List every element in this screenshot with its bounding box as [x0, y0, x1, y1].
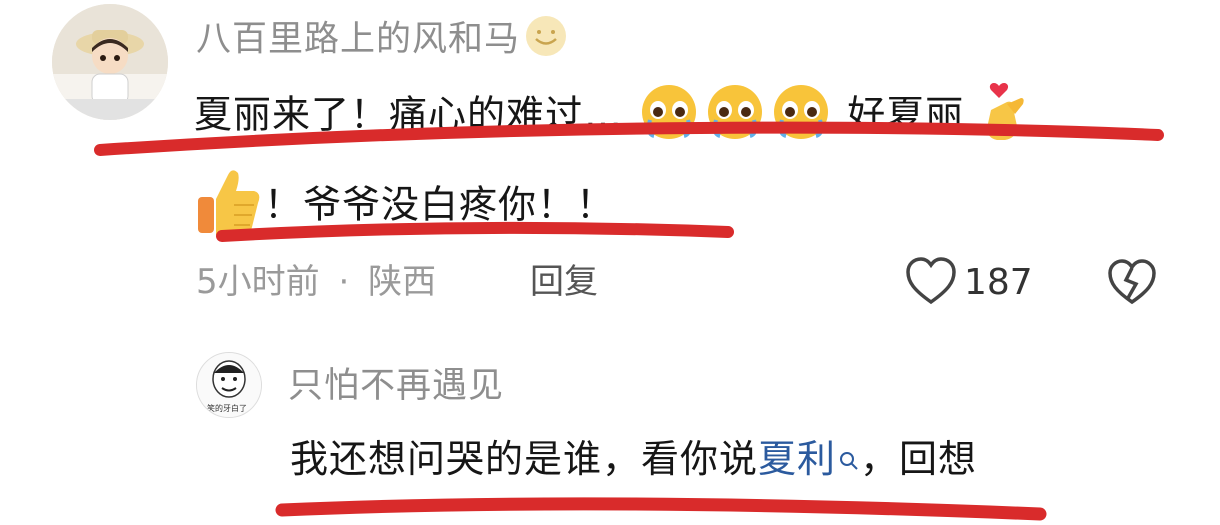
heart-outline-icon [904, 256, 958, 310]
comment-username[interactable]: 八百里路上的风和马 [196, 14, 568, 67]
thumbs-up-emoji-icon [194, 165, 264, 249]
search-link[interactable]: 夏利 [758, 437, 860, 481]
avatar-caption: 笑的牙白了 [207, 404, 247, 413]
comment-time: 5小时前 [196, 262, 320, 302]
comment-meta: 5小时前 · 陕西 [196, 262, 437, 302]
comment-text-line: ！爷爷没白疼你！！ [194, 165, 615, 249]
comment-username[interactable]: 只怕不再遇见 [288, 366, 504, 406]
highlight-stroke [275, 497, 1047, 521]
avatar[interactable]: 笑的牙白了 [196, 352, 262, 418]
pleading-cry-emoji-icon [702, 82, 768, 152]
dislike-button[interactable] [1106, 258, 1158, 310]
avatar[interactable] [52, 4, 168, 120]
smile-emoji-icon [524, 14, 568, 67]
broken-heart-icon [1106, 259, 1158, 310]
pleading-cry-emoji-icon [768, 82, 834, 152]
comment-text-line: 夏丽来了！痛心的难过… 好夏丽 [194, 80, 1033, 154]
reply-button[interactable]: 回复 [530, 262, 598, 302]
avatar-illustration [52, 4, 168, 120]
like-count: 187 [964, 262, 1033, 303]
comment-text-line: 我还想问哭的是谁，看你说夏利 ，回想 [290, 437, 978, 481]
like-button[interactable]: 187 [904, 256, 1033, 310]
pleading-cry-emoji-icon [636, 82, 702, 152]
comment-location: 陕西 [368, 262, 437, 302]
search-icon [838, 436, 860, 482]
finger-heart-emoji-icon [977, 80, 1033, 154]
